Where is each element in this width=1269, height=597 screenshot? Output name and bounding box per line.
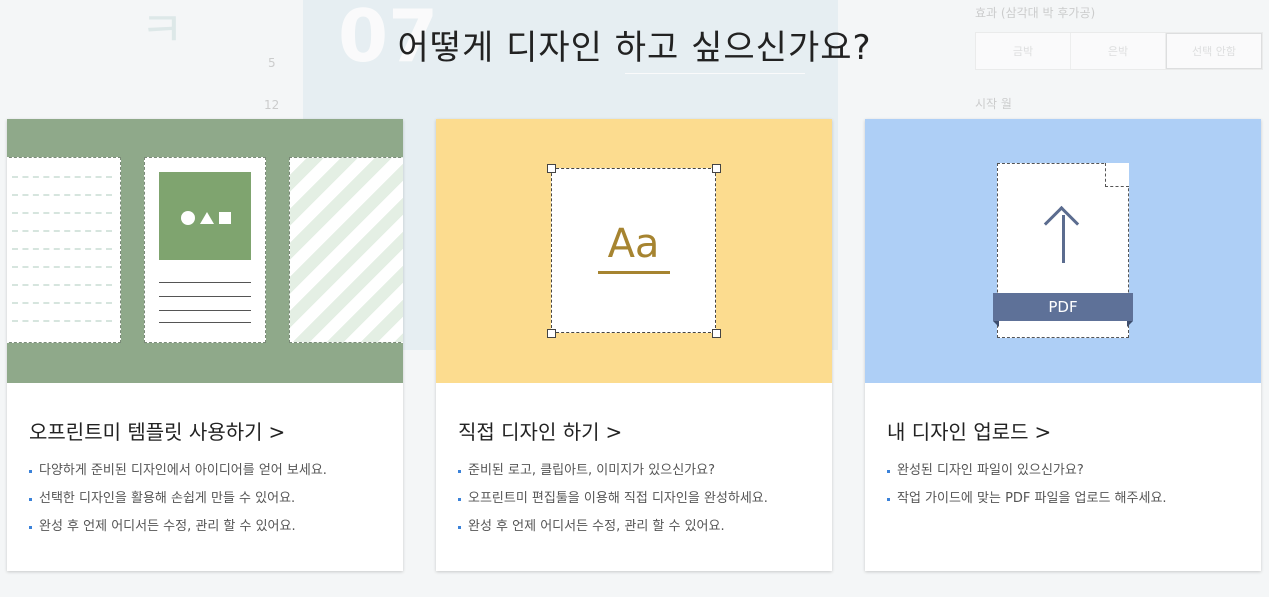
- design-illustration: Aa: [436, 119, 832, 383]
- background-effect-label: 효과 (삼각대 박 후가공): [975, 6, 1096, 20]
- feature-list: 준비된 로고, 클립아트, 이미지가 있으신가요? 오프린트미 편집툴을 이용해…: [458, 457, 768, 541]
- feature-list: 다양하게 준비된 디자인에서 아이디어를 얻어 보세요. 선택한 디자인을 활용…: [29, 457, 327, 541]
- template-illustration: [7, 119, 403, 383]
- card-title[interactable]: 오프린트미 템플릿 사용하기 >: [29, 416, 285, 445]
- card-title[interactable]: 직접 디자인 하기 >: [458, 416, 622, 445]
- upload-illustration: PDF: [865, 119, 1261, 383]
- selection-box: Aa: [551, 168, 716, 333]
- chevron-right-icon: >: [605, 420, 623, 444]
- text-sample-icon: Aa: [607, 221, 660, 267]
- upload-arrow-stem: [1062, 215, 1065, 263]
- template-card[interactable]: 오프린트미 템플릿 사용하기 > 다양하게 준비된 디자인에서 아이디어를 얻어 …: [7, 119, 403, 571]
- template-thumbnail-lines: [7, 157, 121, 343]
- list-item: 준비된 로고, 클립아트, 이미지가 있으신가요?: [458, 457, 768, 485]
- design-yourself-card[interactable]: Aa 직접 디자인 하기 > 준비된 로고, 클립아트, 이미지가 있으신가요? …: [436, 119, 832, 571]
- background-divider: [625, 73, 805, 74]
- list-item: 오프린트미 편집툴을 이용해 직접 디자인을 완성하세요.: [458, 485, 768, 513]
- card-title[interactable]: 내 디자인 업로드 >: [887, 416, 1051, 445]
- page-fold: [1105, 163, 1129, 187]
- resize-handle: [547, 164, 556, 173]
- shapes-icon: [181, 210, 231, 226]
- underline: [598, 271, 670, 274]
- resize-handle: [547, 329, 556, 338]
- pdf-label: PDF: [993, 293, 1133, 321]
- feature-list: 완성된 디자인 파일이 있으신가요? 작업 가이드에 맞는 PDF 파일을 업로…: [887, 457, 1167, 513]
- template-thumbnail-stripes: [289, 157, 403, 343]
- list-item: 다양하게 준비된 디자인에서 아이디어를 얻어 보세요.: [29, 457, 327, 485]
- background-number: 12: [264, 98, 280, 112]
- resize-handle: [712, 164, 721, 173]
- list-item: 완성된 디자인 파일이 있으신가요?: [887, 457, 1167, 485]
- list-item: 작업 가이드에 맞는 PDF 파일을 업로드 해주세요.: [887, 485, 1167, 513]
- chevron-right-icon: >: [1034, 420, 1052, 444]
- upload-card[interactable]: PDF 내 디자인 업로드 > 완성된 디자인 파일이 있으신가요? 작업 가이드…: [865, 119, 1261, 571]
- list-item: 완성 후 언제 어디서든 수정, 관리 할 수 있어요.: [458, 513, 768, 541]
- list-item: 완성 후 언제 어디서든 수정, 관리 할 수 있어요.: [29, 513, 327, 541]
- logo-block: [159, 172, 251, 260]
- template-thumbnail-logo: [144, 157, 266, 343]
- background-start-label: 시작 월: [975, 97, 1012, 111]
- list-item: 선택한 디자인을 활용해 손쉽게 만들 수 있어요.: [29, 485, 327, 513]
- chevron-right-icon: >: [268, 420, 286, 444]
- page-title: 어떻게 디자인 하고 싶으신가요?: [397, 28, 872, 68]
- resize-handle: [712, 329, 721, 338]
